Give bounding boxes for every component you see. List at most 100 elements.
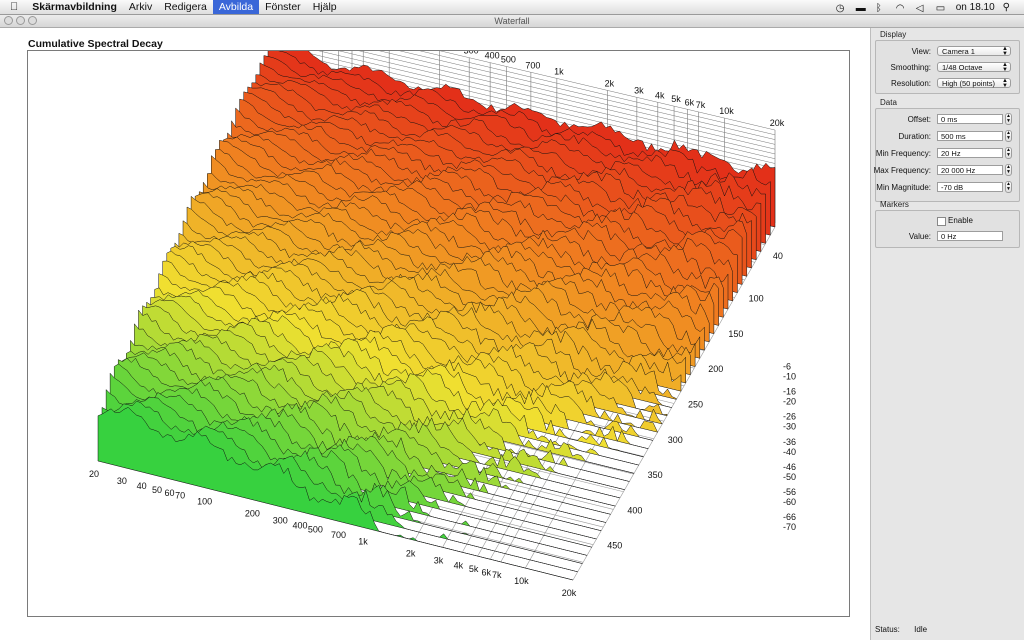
magnitude-tick-label: -60 bbox=[783, 497, 796, 507]
chart-title: Cumulative Spectral Decay bbox=[28, 38, 163, 50]
menu-fonster[interactable]: Fönster bbox=[259, 0, 307, 14]
magnitude-tick-label: -40 bbox=[783, 447, 796, 457]
magnitude-tick-label: -6 bbox=[783, 361, 791, 371]
min-frequency-field[interactable]: 20 Hz bbox=[937, 148, 1003, 158]
spotlight-icon[interactable]: ⚲ bbox=[1003, 2, 1010, 13]
offset-field[interactable]: 0 ms bbox=[937, 114, 1003, 124]
back-frequency-tick-label: 20k bbox=[770, 118, 785, 128]
wifi-icon[interactable]: ◠ bbox=[896, 3, 908, 14]
front-frequency-tick-label: 5k bbox=[469, 564, 479, 574]
plot-frame: 20 30 40 50 60 70 100 200 300 400 500 700 1k 2k 3k 4k 5k… bbox=[27, 50, 850, 617]
front-frequency-tick-label: 30 bbox=[117, 476, 127, 486]
front-frequency-tick-label: 100 bbox=[197, 497, 212, 507]
display-section: Display View: Camera 1 ▲ ▼ Smoothing: 1/48… bbox=[875, 30, 1020, 94]
magnitude-tick-label: -36 bbox=[783, 437, 796, 447]
menu-avbilda[interactable]: Avbilda bbox=[212, 0, 260, 14]
back-frequency-tick-label: 4k bbox=[655, 90, 665, 100]
offset-stepper[interactable]: ▲ ▼ bbox=[1005, 113, 1012, 125]
front-frequency-tick-label: 40 bbox=[137, 481, 147, 491]
time-tick-label: 250 bbox=[688, 400, 703, 410]
front-frequency-tick-label: 500 bbox=[308, 524, 323, 534]
apple-menu-icon[interactable]:  bbox=[0, 0, 26, 14]
data-section: Data Offset: 0 ms ▲ ▼ Duration: 500 ms ▲ ▼… bbox=[873, 98, 1020, 202]
status-label: Status: bbox=[875, 625, 900, 634]
min-magnitude-stepper[interactable]: ▲ ▼ bbox=[1005, 181, 1012, 193]
front-frequency-tick-label: 60 bbox=[165, 488, 175, 498]
smoothing-select[interactable]: 1/48 Octave ▲ ▼ bbox=[937, 62, 1011, 73]
time-tick-label: 400 bbox=[627, 505, 642, 515]
display-section-label: Display bbox=[880, 30, 907, 39]
volume-icon[interactable]: ◁ bbox=[916, 3, 928, 14]
resolution-label: Resolution: bbox=[890, 79, 931, 88]
magnitude-tick-label: -46 bbox=[783, 462, 796, 472]
back-frequency-tick-label: 6k bbox=[685, 97, 695, 107]
back-frequency-tick-label: 2k bbox=[605, 78, 615, 88]
time-tick-label: 350 bbox=[648, 470, 663, 480]
front-frequency-tick-label: 20k bbox=[562, 588, 577, 598]
time-tick-label: 300 bbox=[668, 435, 683, 445]
menu-redigera[interactable]: Redigera bbox=[158, 0, 213, 14]
resolution-select[interactable]: High (50 points) ▲ ▼ bbox=[937, 78, 1011, 89]
popup-arrows-icon: ▲ ▼ bbox=[1002, 46, 1008, 57]
popup-arrows-icon: ▲ ▼ bbox=[1002, 62, 1008, 73]
duration-label: Duration: bbox=[898, 132, 931, 141]
back-frequency-tick-label: 7k bbox=[696, 100, 706, 110]
popup-arrows-icon: ▲ ▼ bbox=[1002, 78, 1008, 89]
front-frequency-tick-label: 3k bbox=[434, 555, 444, 565]
back-frequency-tick-label: 300 bbox=[464, 51, 479, 56]
time-tick-label: 40 bbox=[773, 251, 783, 261]
magnitude-tick-label: -70 bbox=[783, 522, 796, 532]
duration-stepper[interactable]: ▲ ▼ bbox=[1005, 130, 1012, 142]
front-frequency-tick-label: 2k bbox=[406, 548, 416, 558]
front-frequency-tick-label: 7k bbox=[492, 570, 502, 580]
markers-section: Markers Enable Value: 0 Hz bbox=[875, 200, 1020, 248]
time-tick-label: 150 bbox=[728, 329, 743, 339]
app-menu[interactable]: Skärmavbildning bbox=[26, 0, 123, 14]
menu-arkiv[interactable]: Arkiv bbox=[123, 0, 158, 14]
front-frequency-tick-label: 400 bbox=[292, 521, 307, 531]
window-title-bar: Waterfall bbox=[0, 15, 1024, 28]
status-bar: Status: Idle bbox=[875, 625, 939, 634]
front-frequency-tick-label: 6k bbox=[481, 567, 491, 577]
waterfall-plot[interactable]: 2030 40 50 60 70100200300 400 5007001k2k3k 4k 5k… bbox=[28, 51, 849, 616]
time-tick-label: 200 bbox=[708, 364, 723, 374]
max-frequency-stepper[interactable]: ▲ ▼ bbox=[1005, 164, 1012, 176]
enable-markers-label: Enable bbox=[948, 216, 973, 225]
duration-field[interactable]: 500 ms bbox=[937, 131, 1003, 141]
inspector-panel: Display View: Camera 1 ▲ ▼ Smoothing: 1/48… bbox=[870, 28, 1024, 640]
front-frequency-tick-label: 10k bbox=[514, 576, 529, 586]
magnitude-tick-label: -16 bbox=[783, 387, 796, 397]
front-frequency-tick-label: 700 bbox=[331, 530, 346, 540]
time-tick-label: 100 bbox=[749, 294, 764, 304]
magnitude-tick-label: -56 bbox=[783, 487, 796, 497]
magnitude-tick-label: -26 bbox=[783, 412, 796, 422]
time-machine-icon[interactable]: ◷ bbox=[836, 3, 848, 14]
view-select[interactable]: Camera 1 ▲ ▼ bbox=[937, 46, 1011, 57]
battery-icon[interactable]: ▭ bbox=[936, 3, 948, 14]
window-title: Waterfall bbox=[494, 16, 530, 26]
display-icon[interactable]: ▬ bbox=[856, 3, 868, 14]
bluetooth-icon[interactable]: ᛒ bbox=[876, 3, 888, 14]
back-frequency-tick-label: 5k bbox=[671, 94, 681, 104]
back-frequency-tick-label: 3k bbox=[634, 85, 644, 95]
magnitude-tick-label: -30 bbox=[783, 422, 796, 432]
chart-area: Cumulative Spectral Decay 20 30 40 50 60 70 10… bbox=[0, 28, 870, 640]
status-menus: ◷ ▬ ᛒ ◠ ◁ ▭ on 18.10 ⚲ bbox=[836, 0, 1024, 14]
smoothing-label: Smoothing: bbox=[890, 63, 931, 72]
front-frequency-tick-label: 4k bbox=[454, 560, 464, 570]
max-frequency-label: Max Frequency: bbox=[873, 166, 931, 175]
back-frequency-tick-label: 500 bbox=[501, 54, 516, 64]
back-frequency-tick-label: 10k bbox=[719, 106, 734, 116]
front-frequency-tick-label: 1k bbox=[358, 536, 368, 546]
min-frequency-stepper[interactable]: ▲ ▼ bbox=[1005, 147, 1012, 159]
marker-value-field[interactable]: 0 Hz bbox=[937, 231, 1003, 241]
magnitude-tick-label: -50 bbox=[783, 472, 796, 482]
view-label: View: bbox=[911, 47, 931, 56]
max-frequency-field[interactable]: 20 000 Hz bbox=[937, 165, 1003, 175]
menu-bar:  Skärmavbildning Arkiv Redigera Avbilda… bbox=[0, 0, 1024, 15]
enable-markers-checkbox[interactable] bbox=[937, 217, 946, 226]
front-frequency-tick-label: 20 bbox=[89, 469, 99, 479]
min-magnitude-field[interactable]: -70 dB bbox=[937, 182, 1003, 192]
menu-hjalp[interactable]: Hjälp bbox=[307, 0, 343, 14]
menu-clock[interactable]: on 18.10 bbox=[956, 2, 995, 13]
